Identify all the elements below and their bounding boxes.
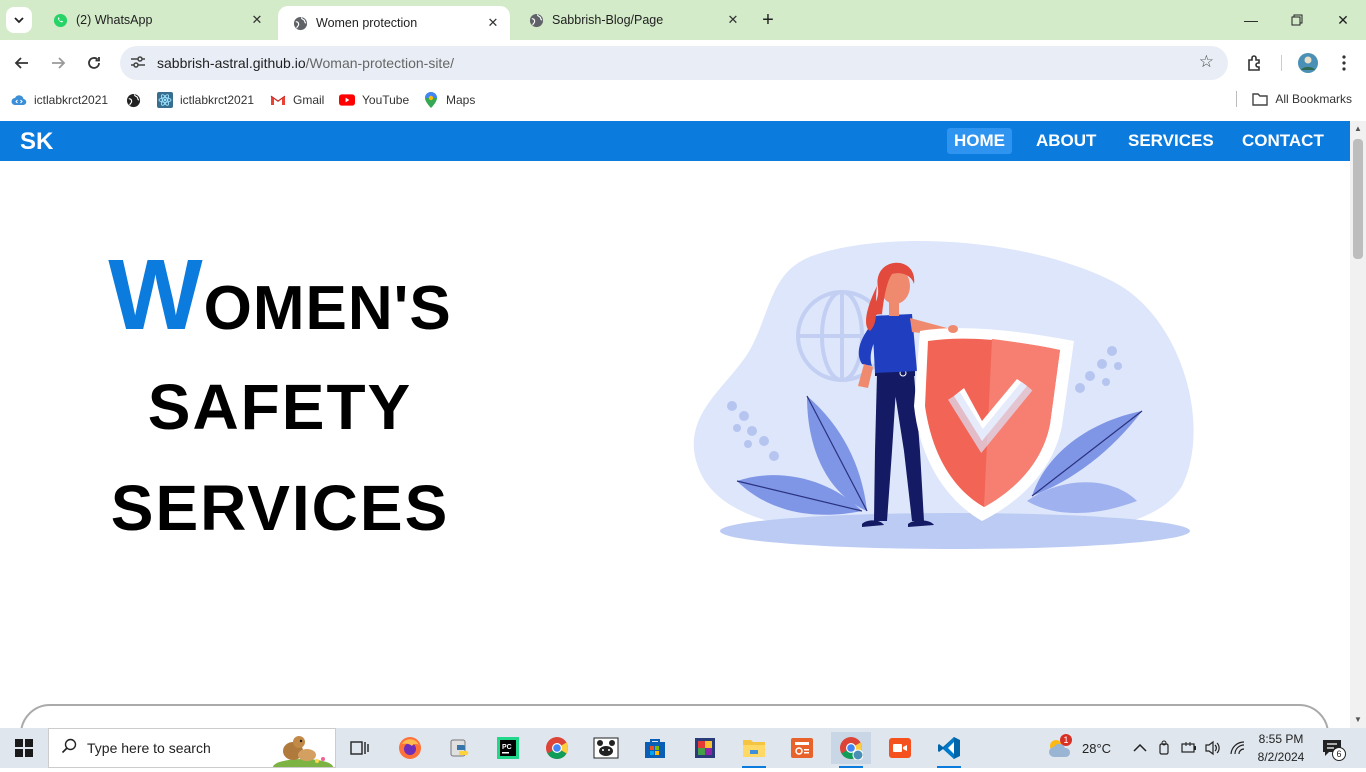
weather-widget[interactable]: 1 28°C: [1046, 728, 1111, 768]
notification-center-icon[interactable]: 6: [1322, 728, 1346, 768]
battery-icon[interactable]: [1181, 728, 1197, 768]
search-icon: [61, 738, 77, 758]
globe-icon: [292, 15, 308, 31]
folder-icon: [1252, 92, 1269, 106]
globe-icon: [528, 12, 544, 28]
tab-sabbrish-blog[interactable]: Sabbrish-Blog/Page ✕: [514, 0, 750, 40]
scroll-up-arrow-icon[interactable]: ▲: [1350, 121, 1366, 137]
bookmark-youtube[interactable]: YouTube: [339, 92, 409, 108]
hero-line-3: SERVICES: [110, 472, 450, 544]
weather-temp: 28°C: [1082, 740, 1112, 756]
nav-services[interactable]: SERVICES: [1121, 128, 1221, 154]
photo-app-icon[interactable]: [685, 732, 725, 764]
site-info-icon[interactable]: [130, 55, 150, 72]
vertical-scrollbar[interactable]: ▲ ▼: [1350, 121, 1366, 728]
hero-initial: W: [108, 239, 204, 351]
whatsapp-icon: [52, 12, 68, 28]
presentation-app-icon[interactable]: [782, 732, 822, 764]
volume-icon[interactable]: [1204, 728, 1222, 768]
firefox-icon[interactable]: [390, 732, 430, 764]
close-tab-icon[interactable]: ✕: [484, 14, 502, 32]
woman-shield-illustration: [693, 241, 1194, 549]
youtube-icon: [339, 92, 355, 108]
url-host: sabbrish-astral.github.io: [157, 55, 306, 71]
site-navbar: SK HOME ABOUT SERVICES CONTACT: [0, 121, 1350, 161]
panda-app-icon[interactable]: [586, 732, 626, 764]
url-path: /Woman-protection-site/: [305, 55, 454, 71]
weather-badge: 1: [1060, 734, 1072, 746]
hero-line-2: SAFETY: [147, 371, 413, 443]
maps-icon: [423, 92, 439, 108]
bookmark-globe[interactable]: [125, 92, 148, 108]
forward-button[interactable]: [46, 51, 70, 75]
bookmark-gmail[interactable]: Gmail: [270, 92, 324, 108]
vscode-icon[interactable]: [929, 732, 969, 768]
search-highlight-squirrel-icon: [273, 731, 333, 772]
bookmark-ictlabkrct2021[interactable]: ictlabkrct2021: [11, 92, 108, 108]
chrome-active-icon[interactable]: [831, 732, 871, 768]
page-viewport: SK HOME ABOUT SERVICES CONTACT WOMEN'S S…: [0, 121, 1366, 728]
bookmarks-bar: ictlabkrct2021 ictlabkrct2021 Gmail YouT…: [0, 86, 1366, 114]
windows-start-button[interactable]: [0, 728, 48, 768]
back-button[interactable]: [10, 51, 34, 75]
restore-button[interactable]: [1274, 0, 1320, 40]
gmail-icon: [270, 92, 286, 108]
weather-cloud-icon: 1: [1046, 734, 1074, 759]
hero-heading: WOMEN'S SAFETY SERVICES: [60, 245, 500, 559]
bookmark-ictlabkrct2021-react[interactable]: ictlabkrct2021: [157, 92, 254, 108]
globe-icon: [125, 92, 141, 108]
wifi-icon[interactable]: [1230, 728, 1246, 768]
hero-line-1: WOMEN'S: [60, 245, 500, 357]
hero-line-1-rest: OMEN'S: [203, 274, 452, 343]
nav-home[interactable]: HOME: [947, 128, 1012, 154]
reload-button[interactable]: [82, 51, 106, 75]
clock-date: 8/2/2024: [1257, 750, 1305, 764]
bookmark-maps[interactable]: Maps: [423, 92, 475, 108]
browser-toolbar: sabbrish-astral.github.io/Woman-protecti…: [0, 40, 1366, 86]
chrome-icon[interactable]: [537, 732, 577, 764]
browser-tab-strip: (2) WhatsApp ✕ Women protection ✕ Sabbri…: [0, 0, 1366, 40]
new-tab-button[interactable]: +: [758, 10, 778, 30]
tab-whatsapp[interactable]: (2) WhatsApp ✕: [38, 0, 274, 40]
bookmarks-divider: [1236, 91, 1237, 107]
pycharm-icon[interactable]: PC: [488, 732, 528, 764]
address-bar[interactable]: sabbrish-astral.github.io/Woman-protecti…: [120, 46, 1228, 80]
tab-women-protection[interactable]: Women protection ✕: [278, 6, 510, 40]
notification-count: 6: [1332, 747, 1346, 761]
file-explorer-icon[interactable]: [734, 732, 774, 768]
microsoft-store-icon[interactable]: [635, 732, 675, 764]
react-icon: [157, 92, 173, 108]
windows-taskbar: Type here to search PC 1 28°C 8:55 PM 8/…: [0, 728, 1366, 772]
taskbar-clock[interactable]: 8:55 PM 8/2/2024: [1246, 730, 1316, 766]
code-cloud-icon: [11, 92, 27, 108]
bookmark-star-icon[interactable]: ☆: [1199, 52, 1214, 72]
scrollbar-thumb[interactable]: [1353, 139, 1363, 259]
nav-contact[interactable]: CONTACT: [1235, 128, 1331, 154]
browser-menu-icon[interactable]: [1332, 51, 1356, 75]
profile-avatar[interactable]: [1296, 51, 1320, 75]
close-window-button[interactable]: ✕: [1320, 0, 1366, 40]
site-logo[interactable]: SK: [20, 128, 53, 156]
tab-search-button[interactable]: [6, 7, 32, 33]
toolbar-divider: [1281, 55, 1282, 71]
python-icon[interactable]: [440, 732, 480, 764]
task-view-icon[interactable]: [340, 732, 380, 764]
url-text: sabbrish-astral.github.io/Woman-protecti…: [157, 55, 454, 71]
meet-now-icon[interactable]: [1158, 728, 1172, 768]
close-tab-icon[interactable]: ✕: [724, 11, 742, 29]
nav-about[interactable]: ABOUT: [1029, 128, 1103, 154]
close-tab-icon[interactable]: ✕: [248, 11, 266, 29]
all-bookmarks-button[interactable]: All Bookmarks: [1252, 92, 1352, 106]
svg-text:PC: PC: [502, 744, 512, 751]
extensions-icon[interactable]: [1243, 51, 1267, 75]
minimize-button[interactable]: —: [1228, 0, 1274, 40]
screen-recorder-icon[interactable]: [880, 732, 920, 764]
scroll-down-arrow-icon[interactable]: ▼: [1350, 712, 1366, 728]
taskbar-search-box[interactable]: Type here to search: [48, 728, 336, 772]
windows-logo-icon: [15, 739, 33, 757]
clock-time: 8:55 PM: [1258, 732, 1304, 746]
show-hidden-icons-icon[interactable]: [1133, 728, 1147, 768]
content-card: [20, 704, 1329, 728]
